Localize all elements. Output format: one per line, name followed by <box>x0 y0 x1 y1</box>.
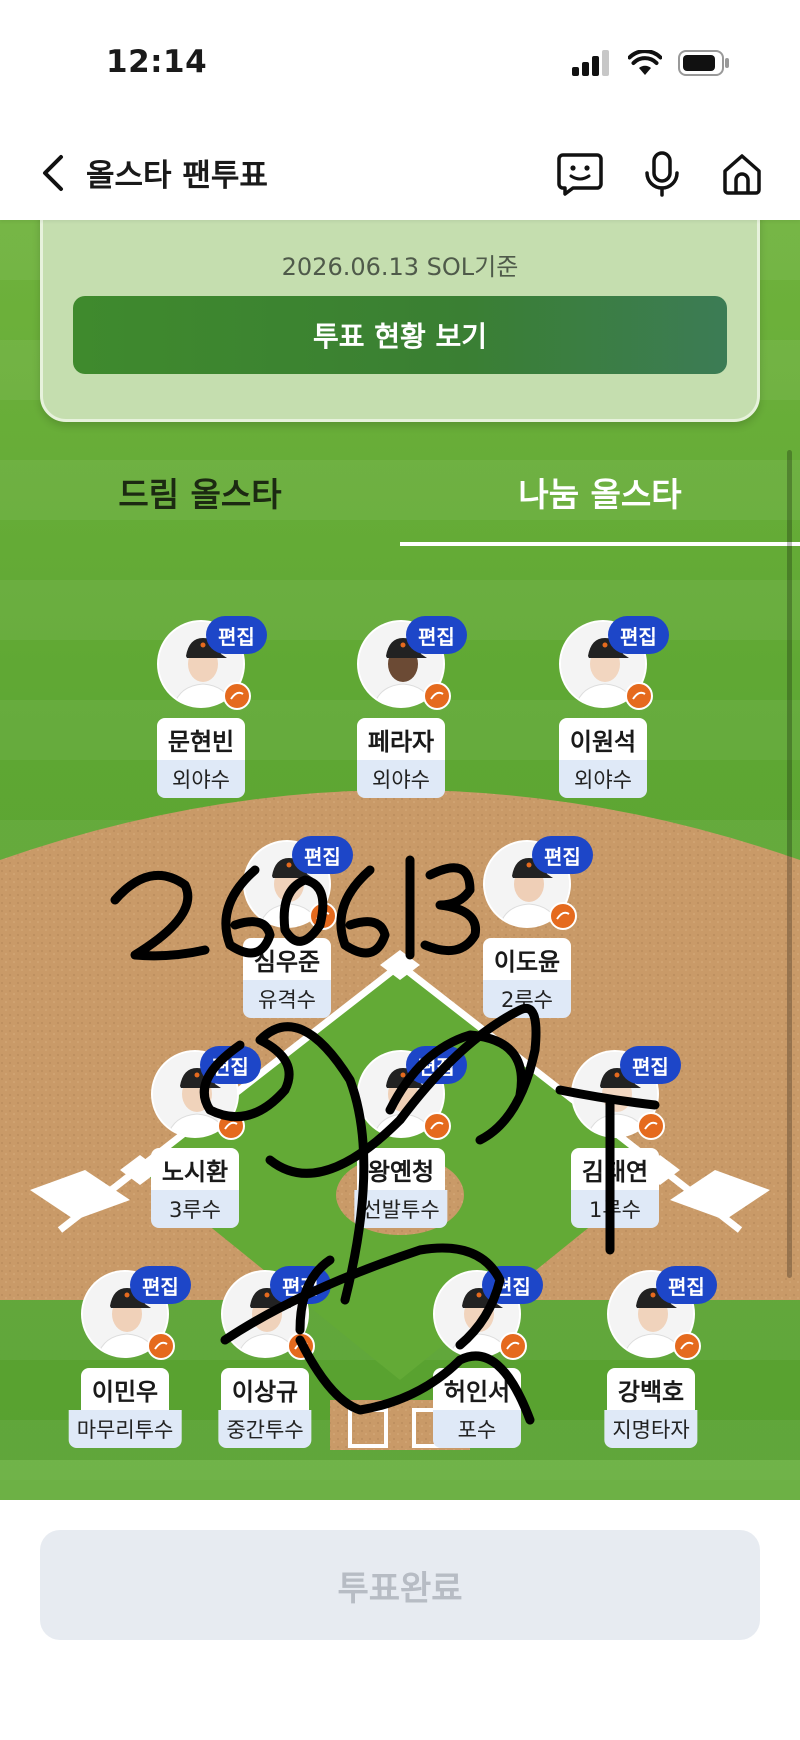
player-name: 이도윤 <box>483 938 571 980</box>
status-time: 12:14 <box>106 44 208 80</box>
player-card[interactable]: 편집허인서 포수 <box>382 1266 572 1470</box>
player-position: 포수 <box>433 1410 521 1448</box>
player-name: 왕옌청 <box>357 1148 445 1190</box>
vote-status-button[interactable]: 투표 현황 보기 <box>73 296 727 374</box>
vote-info-card: 2026.06.13 SOL기준 투표 현황 보기 <box>40 220 760 422</box>
standard-date: 2026.06.13 SOL기준 <box>281 253 519 281</box>
player-name: 김태연 <box>571 1148 659 1190</box>
player-position: 외야수 <box>559 760 647 798</box>
player-name: 노시환 <box>151 1148 239 1190</box>
team-logo-icon <box>309 902 337 930</box>
edit-button[interactable]: 편집 <box>482 1266 543 1304</box>
home-button[interactable] <box>716 148 768 200</box>
player-position: 외야수 <box>157 760 245 798</box>
team-logo-icon <box>673 1332 701 1360</box>
edit-button[interactable]: 편집 <box>406 1046 467 1084</box>
team-logo-icon <box>223 682 251 710</box>
wifi-icon <box>628 50 662 75</box>
team-logo-icon <box>549 902 577 930</box>
player-position: 유격수 <box>243 980 331 1018</box>
edit-button[interactable]: 편집 <box>200 1046 261 1084</box>
player-position: 지명타자 <box>604 1410 698 1448</box>
edit-button[interactable]: 편집 <box>270 1266 331 1304</box>
team-logo-icon <box>217 1112 245 1140</box>
team-logo-icon <box>287 1332 315 1360</box>
tab-dream-allstar[interactable]: 드림 올스타 <box>0 446 400 538</box>
all-star-field: 2026.06.13 SOL기준 투표 현황 보기 드림 올스타 나눔 올스타 … <box>0 220 800 1500</box>
player-card[interactable]: 편집심우준 유격수 <box>192 836 382 1040</box>
signal-icon <box>572 50 609 76</box>
status-bar: 12:14 <box>0 0 800 130</box>
team-logo-icon <box>637 1112 665 1140</box>
status-icons <box>572 50 730 76</box>
player-card[interactable]: 편집이원석 외야수 <box>508 616 698 820</box>
player-position: 외야수 <box>357 760 445 798</box>
league-tabs: 드림 올스타 나눔 올스타 <box>0 446 800 538</box>
app-header: 올스타 팬투표 <box>0 130 800 220</box>
chevron-left-icon <box>43 155 63 191</box>
team-logo-icon <box>499 1332 527 1360</box>
player-card[interactable]: 편집페라자 외야수 <box>306 616 496 820</box>
player-name: 허인서 <box>433 1368 521 1410</box>
player-card[interactable]: 편집문현빈 외야수 <box>106 616 296 820</box>
player-name: 페라자 <box>357 718 445 760</box>
vote-complete-button[interactable]: 투표완료 <box>40 1530 760 1640</box>
player-card[interactable]: 편집김태연 1루수 <box>520 1046 710 1250</box>
player-position: 3루수 <box>151 1190 239 1228</box>
player-name: 이원석 <box>559 718 647 760</box>
chat-face-icon <box>557 153 603 196</box>
chatbot-button[interactable] <box>554 148 606 200</box>
team-logo-icon <box>423 682 451 710</box>
player-position: 마무리투수 <box>68 1410 182 1448</box>
active-tab-indicator <box>400 542 800 546</box>
player-position: 1루수 <box>571 1190 659 1228</box>
home-icon <box>723 154 761 195</box>
player-position: 선발투수 <box>354 1190 448 1228</box>
team-logo-icon <box>423 1112 451 1140</box>
player-card[interactable]: 편집강백호 지명타자 <box>556 1266 746 1470</box>
player-name: 이상규 <box>221 1368 309 1410</box>
tab-nanum-allstar[interactable]: 나눔 올스타 <box>400 446 800 538</box>
player-card[interactable]: 편집왕옌청 선발투수 <box>306 1046 496 1250</box>
player-card[interactable]: 편집노시환 3루수 <box>100 1046 290 1250</box>
voice-button[interactable] <box>636 148 688 200</box>
player-position: 중간투수 <box>218 1410 312 1448</box>
page-title: 올스타 팬투표 <box>86 158 268 194</box>
team-logo-icon <box>625 682 653 710</box>
edit-button[interactable]: 편집 <box>620 1046 681 1084</box>
player-card[interactable]: 편집이상규 중간투수 <box>170 1266 360 1470</box>
microphone-icon <box>645 151 679 197</box>
player-name: 심우준 <box>243 938 331 980</box>
player-position: 2루수 <box>483 980 571 1018</box>
bottom-bar: 투표완료 <box>0 1500 800 1740</box>
battery-icon <box>678 50 729 76</box>
back-button[interactable] <box>28 148 78 198</box>
scrollbar[interactable] <box>787 450 792 1278</box>
edit-button[interactable]: 편집 <box>292 836 353 874</box>
edit-button[interactable]: 편집 <box>532 836 593 874</box>
player-card[interactable]: 편집이도윤 2루수 <box>432 836 622 1040</box>
player-name: 이민우 <box>81 1368 169 1410</box>
edit-button[interactable]: 편집 <box>608 616 669 654</box>
edit-button[interactable]: 편집 <box>406 616 467 654</box>
edit-button[interactable]: 편집 <box>206 616 267 654</box>
player-name: 강백호 <box>607 1368 695 1410</box>
player-name: 문현빈 <box>157 718 245 760</box>
edit-button[interactable]: 편집 <box>656 1266 717 1304</box>
